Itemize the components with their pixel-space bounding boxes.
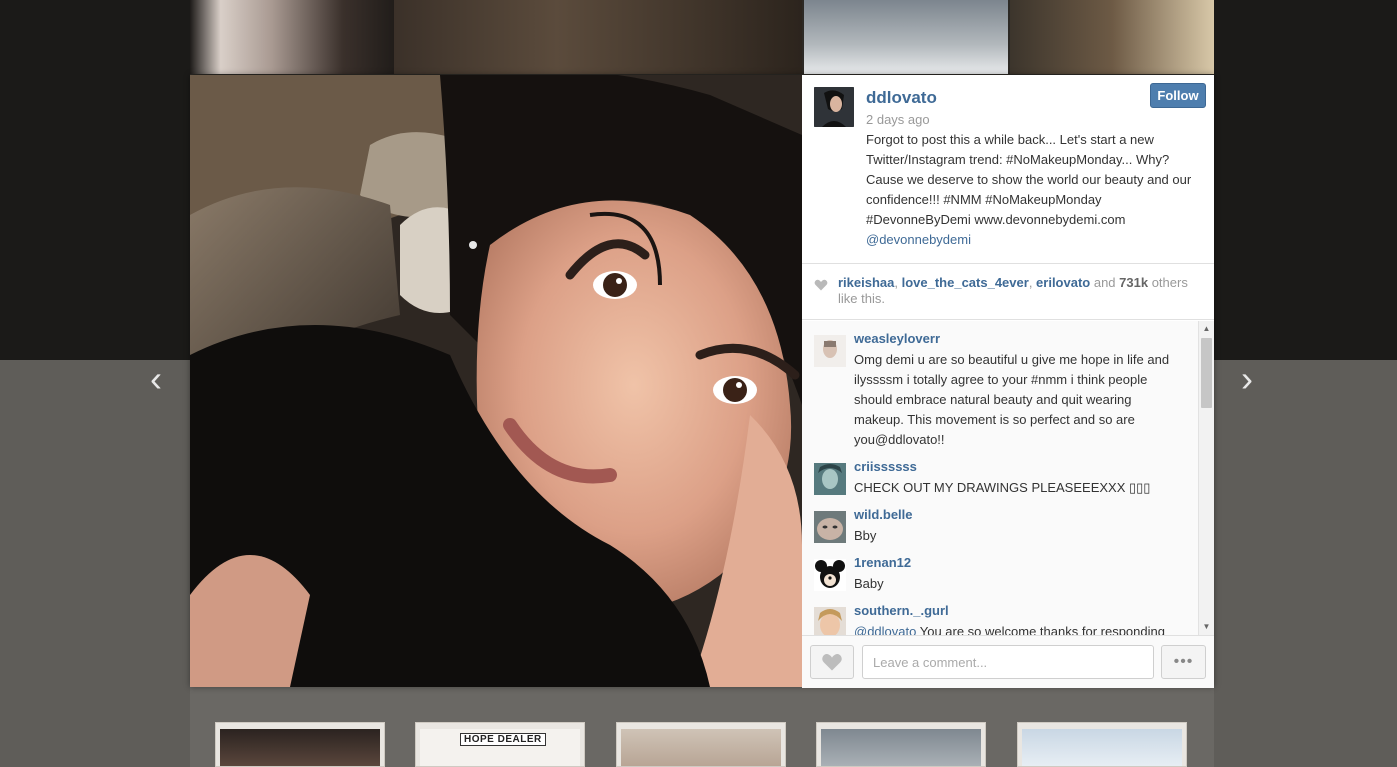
liker-link[interactable]: love_the_cats_4ever: [902, 275, 1029, 290]
background-thumbnail[interactable]: [1010, 0, 1214, 74]
likes-count[interactable]: 731k: [1119, 275, 1148, 290]
liker-link[interactable]: erilovato: [1036, 275, 1090, 290]
like-button[interactable]: [810, 645, 854, 679]
heart-icon: [814, 279, 828, 291]
background-thumbnail-card[interactable]: HOPE DEALER: [415, 722, 585, 767]
post-photo: [190, 75, 802, 687]
post-modal: ddlovato 2 days ago Follow Forgot to pos…: [190, 75, 1214, 688]
post-sidebar: ddlovato 2 days ago Follow Forgot to pos…: [802, 75, 1214, 688]
scrollbar-thumb[interactable]: [1201, 338, 1212, 408]
post-actions: •••: [802, 635, 1214, 688]
more-options-button[interactable]: •••: [1161, 645, 1206, 679]
follow-button[interactable]: Follow: [1150, 83, 1206, 108]
background-thumbnail-card[interactable]: [616, 722, 786, 767]
comment-text: Baby: [854, 576, 884, 591]
hope-dealer-label: HOPE DEALER: [460, 733, 546, 746]
next-arrow-icon[interactable]: ›: [1232, 361, 1262, 397]
likes-summary: rikeishaa, love_the_cats_4ever, erilovat…: [802, 264, 1214, 320]
likes-separator: ,: [894, 275, 902, 290]
likes-separator: ,: [1028, 275, 1037, 290]
comment-mention-link[interactable]: @ddlovato: [854, 624, 916, 635]
post-header: ddlovato 2 days ago Follow Forgot to pos…: [802, 75, 1214, 264]
avatar[interactable]: [814, 511, 846, 543]
comment-text: CHECK OUT MY DRAWINGS PLEASEEEXXX ▯▯▯: [854, 480, 1151, 495]
avatar[interactable]: [814, 87, 854, 127]
avatar[interactable]: [814, 559, 846, 591]
background-thumbnail[interactable]: [190, 0, 394, 74]
previous-arrow-icon[interactable]: ‹: [141, 361, 171, 397]
scroll-up-arrow-icon[interactable]: ▲: [1199, 323, 1214, 335]
caption-text: Forgot to post this a while back... Let'…: [866, 132, 1192, 227]
avatar[interactable]: [814, 607, 846, 635]
caption-mention-link[interactable]: @devonnebydemi: [866, 232, 971, 247]
liker-link[interactable]: rikeishaa: [838, 275, 894, 290]
comment-username-link[interactable]: wild.belle: [854, 507, 913, 522]
post-username-link[interactable]: ddlovato: [866, 88, 937, 108]
post-caption: Forgot to post this a while back... Let'…: [866, 130, 1202, 250]
comment-scrollbar[interactable]: ▲ ▼: [1198, 321, 1214, 635]
comment-username-link[interactable]: weasleyloverr: [854, 331, 940, 346]
comment-list[interactable]: weasleyloverr Omg demi u are so beautifu…: [802, 321, 1198, 635]
post-timestamp: 2 days ago: [866, 112, 930, 127]
background-thumbnail-card[interactable]: [215, 722, 385, 767]
comment-input[interactable]: [862, 645, 1154, 679]
comment-text: @ddlovato You are so welcome thanks for …: [854, 622, 1184, 635]
avatar[interactable]: [814, 335, 846, 367]
comment-username-link[interactable]: 1renan12: [854, 555, 911, 570]
background-thumbnail[interactable]: [394, 0, 802, 74]
background-photo-row: [190, 0, 1214, 75]
heart-icon: [822, 654, 842, 671]
comment-text: Bby: [854, 528, 877, 543]
likes-text: rikeishaa, love_the_cats_4ever, erilovat…: [838, 275, 1204, 307]
likes-and: and: [1090, 275, 1120, 290]
avatar[interactable]: [814, 463, 846, 495]
selfie-illustration: [190, 75, 802, 687]
background-thumbnail-card[interactable]: [816, 722, 986, 767]
comment-username-link[interactable]: criissssss: [854, 459, 917, 474]
comment-username-link[interactable]: southern._.gurl: [854, 603, 949, 618]
comment-text-body: You are so welcome thanks for responding: [916, 624, 1165, 635]
comment-text: Omg demi u are so beautiful u give me ho…: [854, 352, 1170, 447]
scroll-down-arrow-icon[interactable]: ▼: [1199, 621, 1214, 633]
background-thumbnail[interactable]: [804, 0, 1008, 74]
background-thumbnail-card[interactable]: [1017, 722, 1187, 767]
